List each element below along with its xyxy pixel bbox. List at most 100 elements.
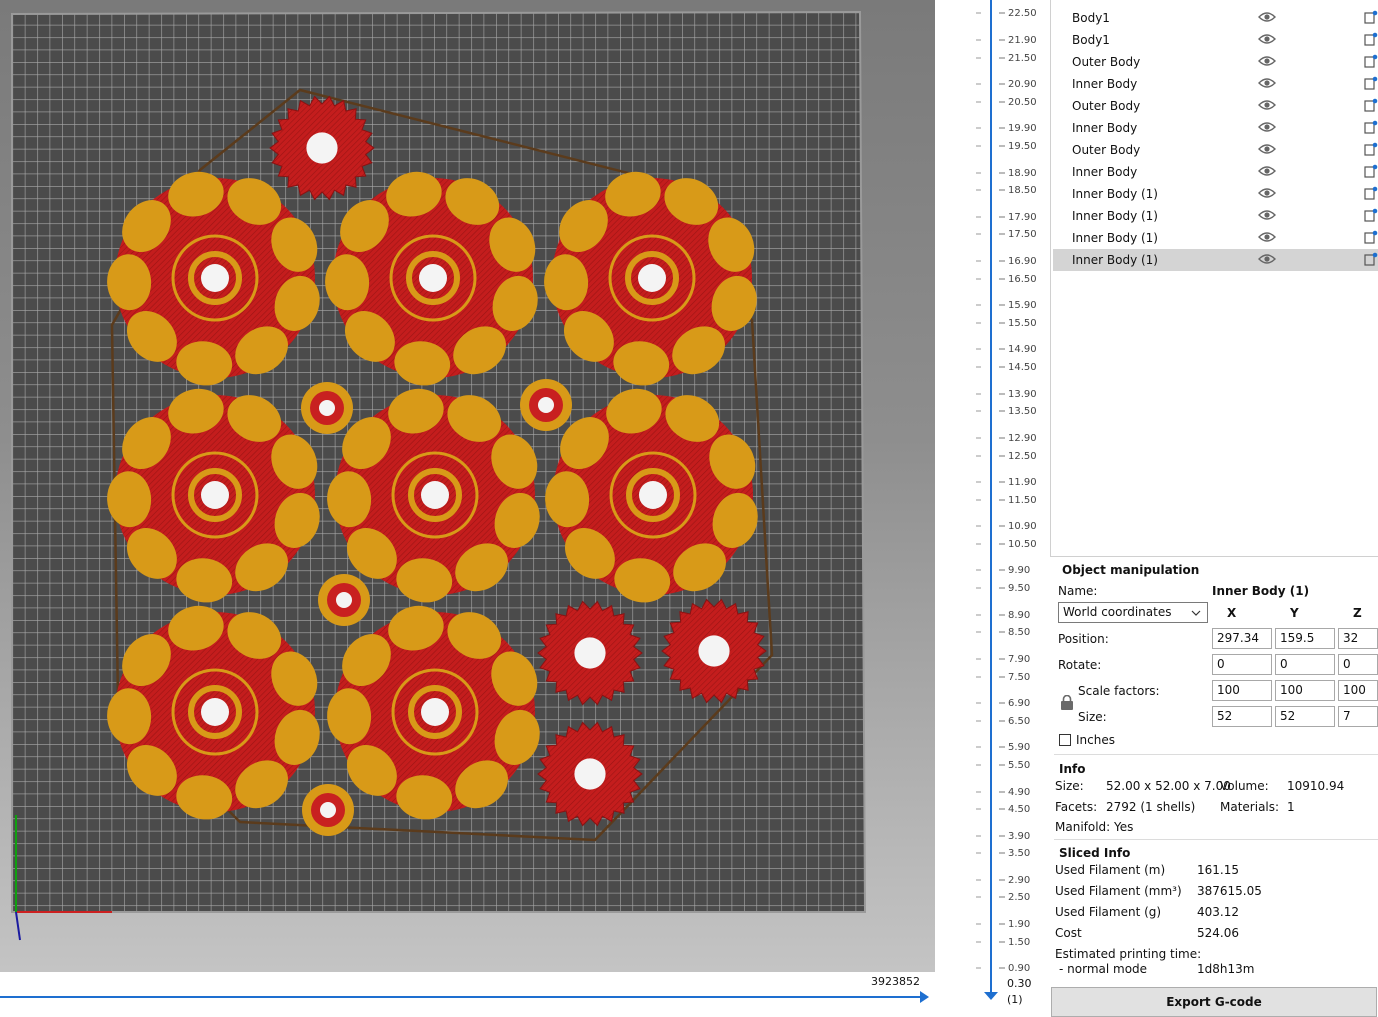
layer-tick-label: 1.90 xyxy=(1008,919,1031,930)
layer-tick-label: 16.50 xyxy=(1008,274,1037,285)
rotate-x-input[interactable]: 0 xyxy=(1212,654,1272,675)
eye-icon[interactable] xyxy=(1258,143,1276,155)
edit-settings-icon[interactable] xyxy=(1364,32,1378,46)
layer-tick-label: 18.90 xyxy=(1008,168,1037,179)
scale-label: Scale factors: xyxy=(1078,684,1160,698)
edit-settings-icon[interactable] xyxy=(1364,76,1378,90)
export-gcode-button[interactable]: Export G-code xyxy=(1051,987,1377,1017)
info-volume-label: Volume: xyxy=(1220,779,1269,793)
eye-icon[interactable] xyxy=(1258,55,1276,67)
eye-icon[interactable] xyxy=(1258,253,1276,265)
info-materials-label: Materials: xyxy=(1220,800,1280,814)
inches-checkbox[interactable] xyxy=(1059,734,1071,746)
hub-bore xyxy=(336,592,352,608)
layer-tick-label: 16.90 xyxy=(1008,256,1037,267)
layer-tick-label: 5.90 xyxy=(1008,742,1031,753)
layer-tick-label: 4.50 xyxy=(1008,804,1031,815)
object-list-item[interactable]: Inner Body (1) xyxy=(1053,183,1378,205)
object-list-item[interactable]: Outer Body xyxy=(1053,95,1378,117)
object-list[interactable]: Body1 Body1 Outer Body Inner Body Outer Body… xyxy=(1050,0,1378,557)
object-list-item[interactable]: Inner Body (1) xyxy=(1053,227,1378,249)
edit-settings-icon[interactable] xyxy=(1364,98,1378,112)
edit-settings-icon[interactable] xyxy=(1364,120,1378,134)
hub-bore xyxy=(320,802,336,818)
size-x-input[interactable]: 52 xyxy=(1212,706,1272,727)
3d-preview-viewport[interactable] xyxy=(0,0,935,972)
edit-settings-icon[interactable] xyxy=(1364,208,1378,222)
sliced-info-value: 161.15 xyxy=(1197,863,1239,877)
object-list-item[interactable]: Inner Body (1) xyxy=(1053,249,1378,271)
layer-tick-label: 0.90 xyxy=(1008,963,1031,974)
edit-settings-icon[interactable] xyxy=(1364,164,1378,178)
layer-tick-label: 15.50 xyxy=(1008,318,1037,329)
position-z-input[interactable]: 32 xyxy=(1338,628,1378,649)
object-name: Inner Body (1) xyxy=(1072,231,1158,245)
edit-settings-icon[interactable] xyxy=(1364,186,1378,200)
z-axis xyxy=(15,911,21,941)
name-label: Name: xyxy=(1058,584,1098,598)
layer-tick-label: 2.90 xyxy=(1008,875,1031,886)
object-name: Inner Body xyxy=(1072,77,1138,91)
coordinates-value: World coordinates xyxy=(1063,605,1172,619)
layer-tick-label: 7.90 xyxy=(1008,654,1031,665)
object-list-item[interactable]: Inner Body (1) xyxy=(1053,205,1378,227)
sliced-info-label: Used Filament (m) xyxy=(1055,863,1166,877)
eye-icon[interactable] xyxy=(1258,121,1276,133)
position-x-input[interactable]: 297.34 xyxy=(1212,628,1272,649)
object-list-item[interactable]: Outer Body xyxy=(1053,139,1378,161)
layer-tick-label: 6.50 xyxy=(1008,716,1031,727)
layer-tick-label: 12.50 xyxy=(1008,451,1037,462)
eye-icon[interactable] xyxy=(1258,165,1276,177)
slider-thumb xyxy=(920,991,929,1003)
lock-icon[interactable] xyxy=(1060,695,1074,711)
horizontal-move-slider[interactable]: 3923852 xyxy=(0,972,935,1008)
coordinates-select[interactable]: World coordinates xyxy=(1058,602,1208,623)
edit-settings-icon[interactable] xyxy=(1364,54,1378,68)
edit-settings-icon[interactable] xyxy=(1364,252,1378,266)
normal-mode-value: 1d8h13m xyxy=(1197,962,1255,976)
layer-tick-label: 20.50 xyxy=(1008,97,1037,108)
rotate-y-input[interactable]: 0 xyxy=(1275,654,1335,675)
info-facets-label: Facets: xyxy=(1055,800,1098,814)
scale-x-input[interactable]: 100 xyxy=(1212,680,1272,701)
edit-settings-icon[interactable] xyxy=(1364,142,1378,156)
layer-tick-label: 9.90 xyxy=(1008,565,1031,576)
object-list-item[interactable]: Inner Body xyxy=(1053,73,1378,95)
size-z-input[interactable]: 7 xyxy=(1338,706,1378,727)
object-name: Inner Body (1) xyxy=(1072,187,1158,201)
object-list-item[interactable]: Outer Body xyxy=(1053,51,1378,73)
sliced-info-value: 387615.05 xyxy=(1197,884,1262,898)
eye-icon[interactable] xyxy=(1258,187,1276,199)
move-counter: 3923852 xyxy=(871,975,920,988)
position-y-input[interactable]: 159.5 xyxy=(1275,628,1335,649)
object-list-item[interactable]: Inner Body xyxy=(1053,117,1378,139)
layer-thumb xyxy=(984,992,998,1000)
object-list-item[interactable]: Inner Body xyxy=(1053,161,1378,183)
object-manipulation-title: Object manipulation xyxy=(1062,563,1200,577)
object-name: Inner Body xyxy=(1072,165,1138,179)
layer-tick-label: 3.90 xyxy=(1008,831,1031,842)
wheel-bore xyxy=(638,264,666,292)
eye-icon[interactable] xyxy=(1258,231,1276,243)
wheel-bore xyxy=(421,481,449,509)
rotate-z-input[interactable]: 0 xyxy=(1338,654,1378,675)
scale-z-input[interactable]: 100 xyxy=(1338,680,1378,701)
wheel-bore xyxy=(201,264,229,292)
scale-y-input[interactable]: 100 xyxy=(1275,680,1335,701)
eye-icon[interactable] xyxy=(1258,77,1276,89)
edit-settings-icon[interactable] xyxy=(1364,230,1378,244)
eye-icon[interactable] xyxy=(1258,99,1276,111)
size-y-input[interactable]: 52 xyxy=(1275,706,1335,727)
object-list-item[interactable]: Body1 xyxy=(1053,7,1378,29)
eye-icon[interactable] xyxy=(1258,11,1276,23)
chevron-down-icon xyxy=(1191,610,1201,616)
object-list-item[interactable]: Body1 xyxy=(1053,29,1378,51)
layer-tick-label: 14.90 xyxy=(1008,344,1037,355)
hub-bore xyxy=(538,397,554,413)
eye-icon[interactable] xyxy=(1258,33,1276,45)
eye-icon[interactable] xyxy=(1258,209,1276,221)
sliced-info-value: 524.06 xyxy=(1197,926,1239,940)
edit-settings-icon[interactable] xyxy=(1364,10,1378,24)
wheel-bore xyxy=(201,481,229,509)
layer-slider[interactable]: 22.50 21.90 21.50 20.90 20.50 19.90 19.50 18.90… xyxy=(935,0,1050,1008)
